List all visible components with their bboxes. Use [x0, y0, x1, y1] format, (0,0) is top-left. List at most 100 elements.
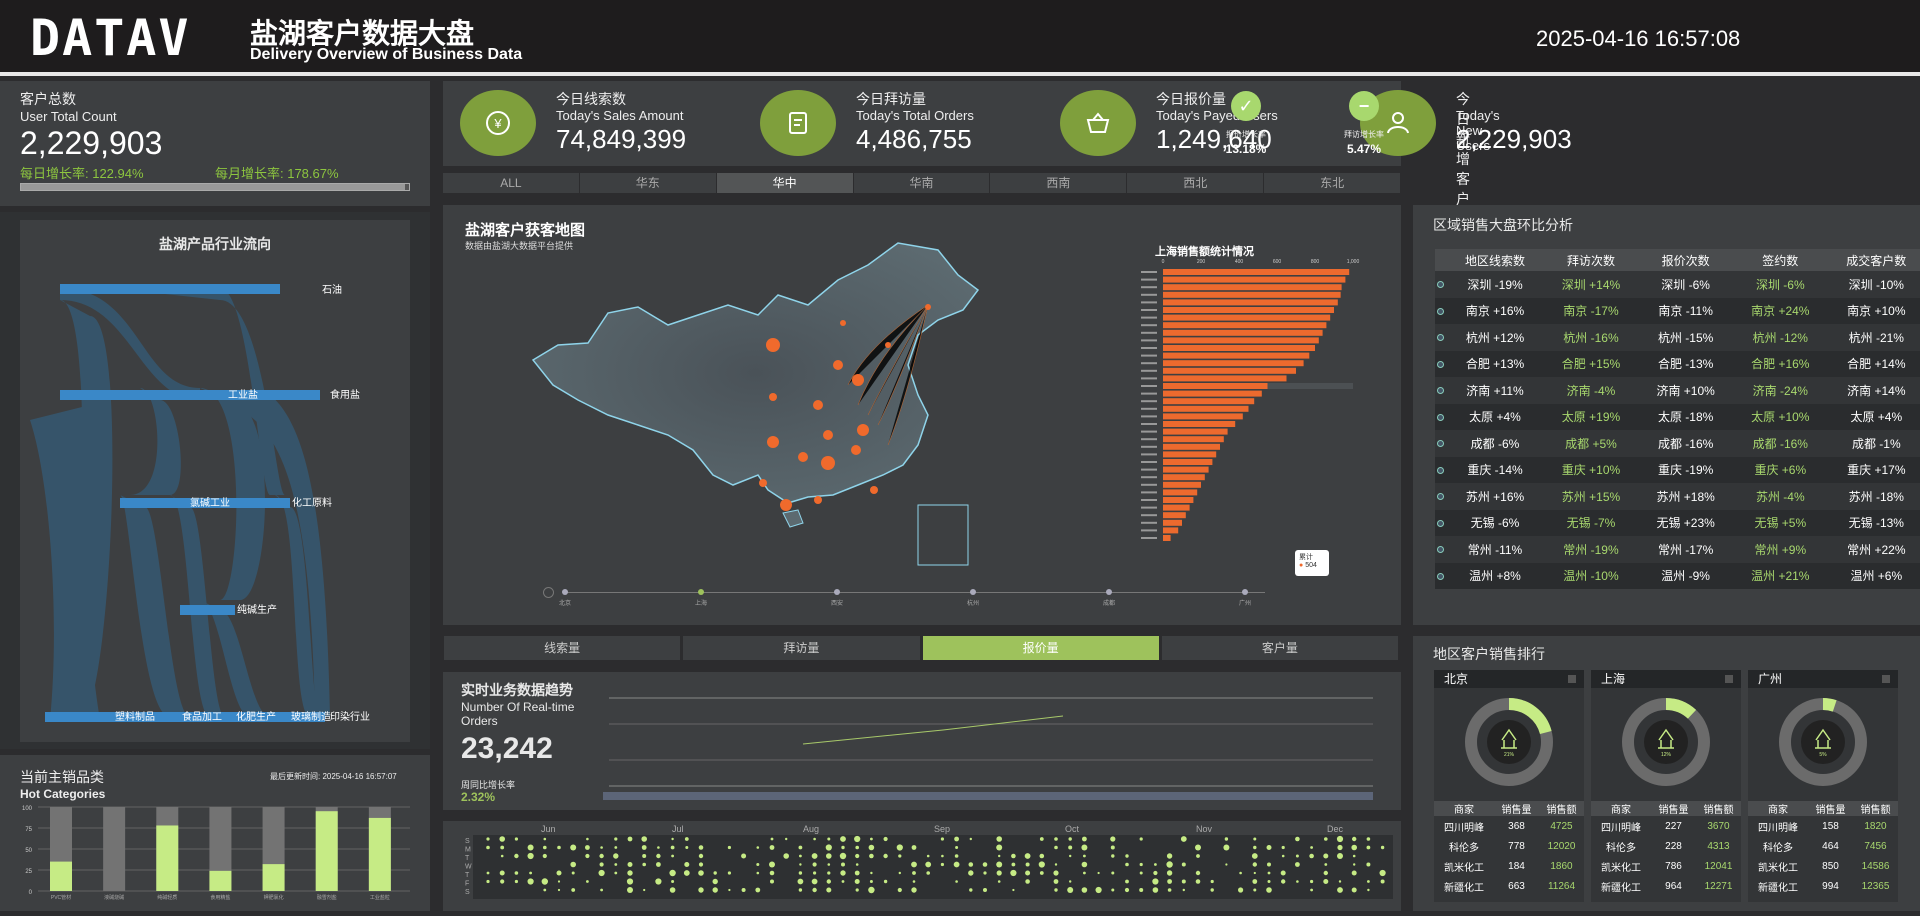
calendar-dot — [941, 854, 944, 858]
ranking-cell: 228 — [1665, 840, 1682, 852]
calendar-dot — [1351, 870, 1357, 876]
ratio-cell: 常州 -19% — [1543, 536, 1639, 563]
timeline-point[interactable] — [834, 589, 840, 595]
calendar-dot — [1324, 837, 1328, 841]
sales-bar — [1163, 360, 1304, 367]
calendar-dot — [911, 861, 917, 868]
ratio-cell: 无锡 -7% — [1543, 509, 1639, 536]
calendar-dot — [684, 862, 690, 867]
region-tab[interactable]: 西北 — [1127, 173, 1264, 193]
calendar-dot — [627, 887, 633, 893]
calendar-dot — [983, 871, 987, 875]
ranking-cell: 184 — [1508, 860, 1525, 872]
calendar-dot — [1367, 888, 1370, 892]
calendar-dot — [854, 835, 861, 843]
calendar-dot — [996, 836, 1002, 842]
sankey-node-label: 工业盐 — [228, 388, 258, 401]
svg-text:¥: ¥ — [493, 116, 502, 131]
calendar-month-label: Nov — [1196, 824, 1213, 834]
timeline-point[interactable] — [562, 589, 568, 595]
trend-sub: Number Of Real-time Orders — [461, 700, 575, 728]
calendar-dot — [897, 887, 902, 893]
calendar-dot — [586, 880, 589, 883]
calendar-dot — [797, 878, 804, 885]
legend-value-row: ● 504 — [1299, 562, 1317, 569]
calendar-dot — [499, 836, 505, 842]
monthly-growth: 每月增长率: 178.67% — [215, 166, 339, 181]
status-dot — [1437, 572, 1445, 580]
ranking-row: 四川明峰 368 4725 — [1434, 816, 1584, 836]
metric-tab[interactable]: 客户量 — [1161, 636, 1398, 660]
metric-tab[interactable]: 拜访量 — [683, 636, 920, 660]
calendar-dot — [614, 863, 618, 866]
ranking-row: 四川明峰 158 1820 — [1748, 816, 1898, 836]
calendar-dot — [1380, 879, 1385, 884]
timeline-label: 上海 — [694, 601, 707, 607]
region-tab[interactable]: 华中 — [716, 173, 853, 193]
calendar-dot — [1139, 837, 1143, 841]
status-dot — [1437, 546, 1445, 554]
ranking-row: 新疆化工 663 11264 — [1434, 876, 1584, 896]
ranking-cell: 新疆化工 — [1601, 882, 1641, 894]
calendar-dot — [869, 853, 874, 859]
region-tab[interactable]: 华东 — [579, 173, 716, 193]
calendar-dot — [925, 861, 932, 868]
kpi-title-en: Today's Total Orders — [856, 108, 974, 123]
sankey-inner: 盐湖产品行业流向 石油 工业盐 食用盐 氯碱工业 化工原料 纯碱生产 塑料制品 … — [20, 220, 410, 742]
ratio-row: 重庆 -14% 重庆 +10% 重庆 -19% 重庆 +6% 重庆 +17% — [1435, 456, 1920, 483]
timeline: 北京 上海 西安 杭州 成都 广州 — [543, 587, 1275, 614]
ratio-row: 南京 +16% 南京 -17% 南京 -11% 南京 +24% 南京 +10% — [1435, 297, 1920, 324]
ratio-cell: 深圳 -10% — [1827, 271, 1920, 298]
ratio-row: 济南 +11% 济南 -4% 济南 +10% 济南 -24% 济南 +14% — [1435, 377, 1920, 404]
timeline-play-button[interactable] — [543, 587, 554, 598]
calendar-dot — [698, 853, 704, 859]
timeline-label: 杭州 — [966, 601, 979, 607]
sales-bar — [1163, 421, 1236, 427]
calendar-dot — [841, 880, 845, 883]
metric-tab[interactable]: 线索量 — [444, 636, 681, 660]
ratio-cell: 杭州 -16% — [1543, 324, 1639, 351]
status-dot — [1437, 493, 1445, 501]
sales-bar — [1163, 276, 1346, 283]
status-dot — [1437, 440, 1445, 448]
ratio-cell: 温州 +21% — [1732, 562, 1828, 589]
region-tabs: ALL 华东 华中 华南 西南 西北 东北 — [443, 173, 1401, 193]
calendar-dot — [1210, 888, 1214, 892]
calendar-dot — [883, 836, 888, 842]
calendar-dot — [954, 854, 959, 858]
metric-tab[interactable]: 报价量 — [922, 636, 1159, 660]
calendar-dot — [912, 880, 916, 883]
ratio-cell: 杭州 -15% — [1638, 324, 1733, 351]
timeline-point[interactable] — [970, 589, 976, 595]
trend-rate: 2.32% — [461, 790, 496, 804]
calendar-dot — [1167, 888, 1172, 892]
region-tab[interactable]: 西南 — [990, 173, 1127, 193]
calendar-dot — [827, 837, 831, 841]
timeline-point[interactable] — [1106, 589, 1112, 595]
ratio-cell: 太原 +10% — [1732, 403, 1828, 430]
calendar-panel: S M T W T F S Jun Jul Aug Sep Oct Nov Dec — [443, 821, 1401, 911]
donut-pct: 5% — [1819, 752, 1827, 758]
bar-tick: 600 — [1273, 259, 1282, 265]
ranking-row: 凯米化工 786 12041 — [1591, 856, 1741, 876]
hot-updated: 最后更新时间: 2025-04-16 16:57:07 — [270, 772, 397, 781]
calendar-dot — [1025, 862, 1030, 867]
trend-value: 23,242 — [461, 732, 553, 765]
region-tab[interactable]: 华南 — [853, 173, 990, 193]
calendar-dot — [557, 845, 561, 850]
calendar-dot — [996, 861, 1003, 868]
region-tab[interactable]: 东北 — [1264, 173, 1401, 193]
ratio-cell: 济南 +14% — [1827, 377, 1920, 404]
calendar-dot — [926, 871, 930, 875]
timeline-label: 成都 — [1102, 601, 1115, 607]
ratio-dot-cell — [1435, 483, 1447, 510]
timeline-point[interactable] — [698, 589, 704, 595]
kpi-value: 2,229,903 — [1456, 124, 1572, 154]
calendar-dot — [727, 845, 731, 850]
calendar-dot — [671, 880, 675, 883]
region-tab[interactable]: ALL — [443, 173, 579, 193]
status-dot — [1437, 387, 1445, 395]
timeline-point[interactable] — [1242, 589, 1248, 595]
calendar-dot — [1267, 862, 1271, 867]
status-dot — [1437, 413, 1445, 421]
